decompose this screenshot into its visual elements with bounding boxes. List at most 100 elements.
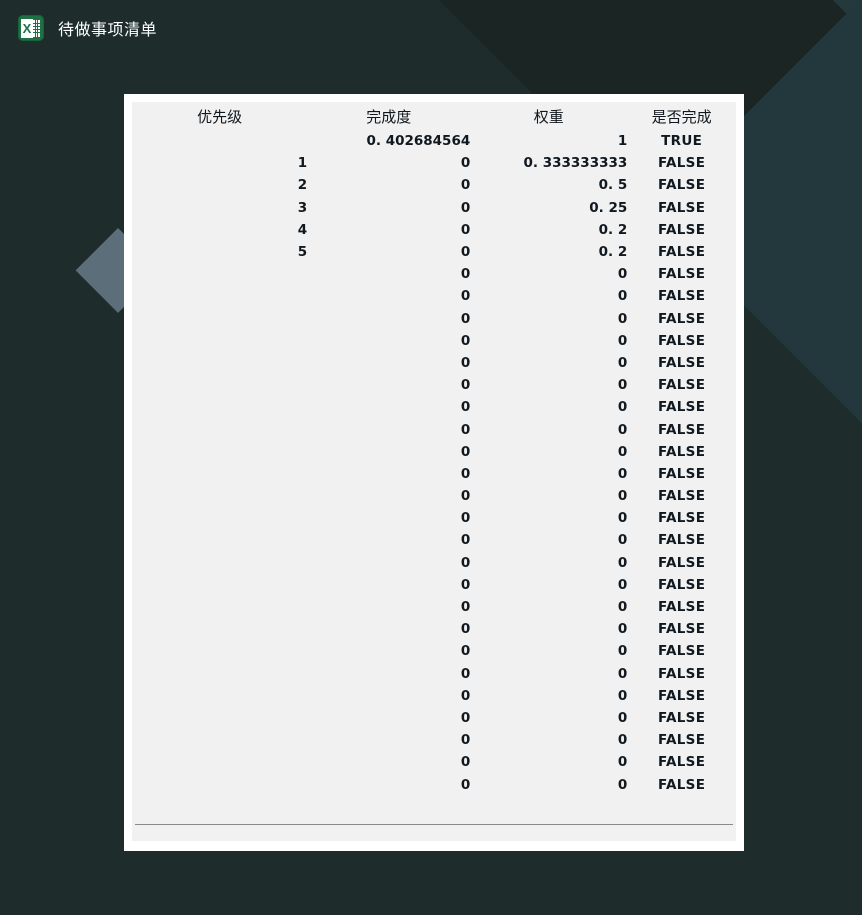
cell-completion[interactable]: 0 <box>307 751 470 773</box>
cell-completion[interactable]: 0 <box>307 773 470 795</box>
cell-finished[interactable]: FALSE <box>627 463 736 485</box>
cell-priority[interactable] <box>132 596 307 618</box>
cell-priority[interactable] <box>132 352 307 374</box>
cell-completion[interactable]: 0 <box>307 485 470 507</box>
table-row[interactable]: 0 0 FALSE <box>132 663 736 685</box>
cell-finished[interactable]: FALSE <box>627 618 736 640</box>
cell-finished[interactable]: FALSE <box>627 396 736 418</box>
cell-completion[interactable]: 0 <box>307 330 470 352</box>
table-row[interactable]: 0 0 FALSE <box>132 751 736 773</box>
cell-weight[interactable]: 0 <box>470 418 627 440</box>
table-row[interactable]: 0 0 FALSE <box>132 374 736 396</box>
cell-finished[interactable]: TRUE <box>627 130 736 152</box>
cell-priority[interactable]: 1 <box>132 152 307 174</box>
cell-finished[interactable]: FALSE <box>627 552 736 574</box>
cell-completion[interactable]: 0 <box>307 574 470 596</box>
cell-finished[interactable]: FALSE <box>627 574 736 596</box>
cell-priority[interactable] <box>132 418 307 440</box>
column-header-weight[interactable]: 权重 <box>470 102 627 130</box>
table-row[interactable]: 2 0 0. 5 FALSE <box>132 174 736 196</box>
table-row[interactable]: 0 0 FALSE <box>132 596 736 618</box>
column-header-priority[interactable]: 优先级 <box>132 102 307 130</box>
table-row[interactable]: 0 0 FALSE <box>132 574 736 596</box>
cell-finished[interactable]: FALSE <box>627 308 736 330</box>
cell-finished[interactable]: FALSE <box>627 729 736 751</box>
cell-finished[interactable]: FALSE <box>627 773 736 795</box>
table-row[interactable]: 4 0 0. 2 FALSE <box>132 219 736 241</box>
cell-finished[interactable]: FALSE <box>627 219 736 241</box>
table-row[interactable]: 0 0 FALSE <box>132 685 736 707</box>
cell-priority[interactable] <box>132 640 307 662</box>
cell-finished[interactable]: FALSE <box>627 529 736 551</box>
table-row[interactable]: 0 0 FALSE <box>132 418 736 440</box>
cell-weight[interactable]: 0 <box>470 463 627 485</box>
table-row[interactable]: 0 0 FALSE <box>132 263 736 285</box>
cell-finished[interactable]: FALSE <box>627 663 736 685</box>
cell-finished[interactable]: FALSE <box>627 374 736 396</box>
table-row[interactable]: 1 0 0. 333333333 FALSE <box>132 152 736 174</box>
cell-priority[interactable] <box>132 374 307 396</box>
table-row[interactable]: 0 0 FALSE <box>132 707 736 729</box>
cell-finished[interactable]: FALSE <box>627 441 736 463</box>
cell-weight[interactable]: 0 <box>470 330 627 352</box>
cell-completion[interactable]: 0 <box>307 174 470 196</box>
cell-weight[interactable]: 0 <box>470 729 627 751</box>
cell-weight[interactable]: 0 <box>470 751 627 773</box>
cell-completion[interactable]: 0 <box>307 707 470 729</box>
spreadsheet-area[interactable]: 优先级 完成度 权重 是否完成 0. 402684564 1 TRUE 1 0 0. 33… <box>132 102 736 841</box>
table-row[interactable]: 0 0 FALSE <box>132 285 736 307</box>
cell-weight[interactable]: 0 <box>470 374 627 396</box>
cell-finished[interactable]: FALSE <box>627 241 736 263</box>
table-row[interactable]: 0 0 FALSE <box>132 441 736 463</box>
cell-priority[interactable] <box>132 707 307 729</box>
cell-priority[interactable] <box>132 285 307 307</box>
cell-weight[interactable]: 0 <box>470 707 627 729</box>
cell-priority[interactable] <box>132 507 307 529</box>
cell-completion[interactable]: 0. 402684564 <box>307 130 470 152</box>
cell-weight[interactable]: 0 <box>470 396 627 418</box>
cell-finished[interactable]: FALSE <box>627 685 736 707</box>
cell-weight[interactable]: 0 <box>470 773 627 795</box>
table-row[interactable]: 0 0 FALSE <box>132 485 736 507</box>
table-row[interactable]: 0 0 FALSE <box>132 773 736 795</box>
table-row[interactable]: 0 0 FALSE <box>132 552 736 574</box>
cell-weight[interactable]: 0 <box>470 352 627 374</box>
cell-finished[interactable]: FALSE <box>627 507 736 529</box>
cell-weight[interactable]: 0 <box>470 640 627 662</box>
cell-finished[interactable]: FALSE <box>627 197 736 219</box>
cell-priority[interactable] <box>132 773 307 795</box>
cell-finished[interactable]: FALSE <box>627 485 736 507</box>
cell-completion[interactable]: 0 <box>307 663 470 685</box>
cell-weight[interactable]: 0 <box>470 285 627 307</box>
cell-priority[interactable] <box>132 396 307 418</box>
cell-finished[interactable]: FALSE <box>627 352 736 374</box>
cell-weight[interactable]: 0 <box>470 529 627 551</box>
table-row[interactable]: 0 0 FALSE <box>132 640 736 662</box>
cell-completion[interactable]: 0 <box>307 729 470 751</box>
cell-weight[interactable]: 0 <box>470 263 627 285</box>
cell-priority[interactable] <box>132 463 307 485</box>
cell-completion[interactable]: 0 <box>307 418 470 440</box>
cell-completion[interactable]: 0 <box>307 197 470 219</box>
cell-completion[interactable]: 0 <box>307 618 470 640</box>
cell-weight[interactable]: 0 <box>470 574 627 596</box>
table-row[interactable]: 0 0 FALSE <box>132 529 736 551</box>
cell-weight[interactable]: 0 <box>470 596 627 618</box>
cell-finished[interactable]: FALSE <box>627 640 736 662</box>
cell-priority[interactable] <box>132 663 307 685</box>
cell-priority[interactable]: 2 <box>132 174 307 196</box>
table-row[interactable]: 3 0 0. 25 FALSE <box>132 197 736 219</box>
cell-priority[interactable] <box>132 574 307 596</box>
cell-priority[interactable] <box>132 485 307 507</box>
cell-completion[interactable]: 0 <box>307 308 470 330</box>
cell-completion[interactable]: 0 <box>307 463 470 485</box>
cell-weight[interactable]: 0. 25 <box>470 197 627 219</box>
cell-weight[interactable]: 0 <box>470 552 627 574</box>
table-row[interactable]: 0 0 FALSE <box>132 729 736 751</box>
cell-completion[interactable]: 0 <box>307 507 470 529</box>
cell-weight[interactable]: 0 <box>470 685 627 707</box>
cell-priority[interactable] <box>132 729 307 751</box>
table-row[interactable]: 0 0 FALSE <box>132 463 736 485</box>
cell-finished[interactable]: FALSE <box>627 263 736 285</box>
cell-finished[interactable]: FALSE <box>627 751 736 773</box>
